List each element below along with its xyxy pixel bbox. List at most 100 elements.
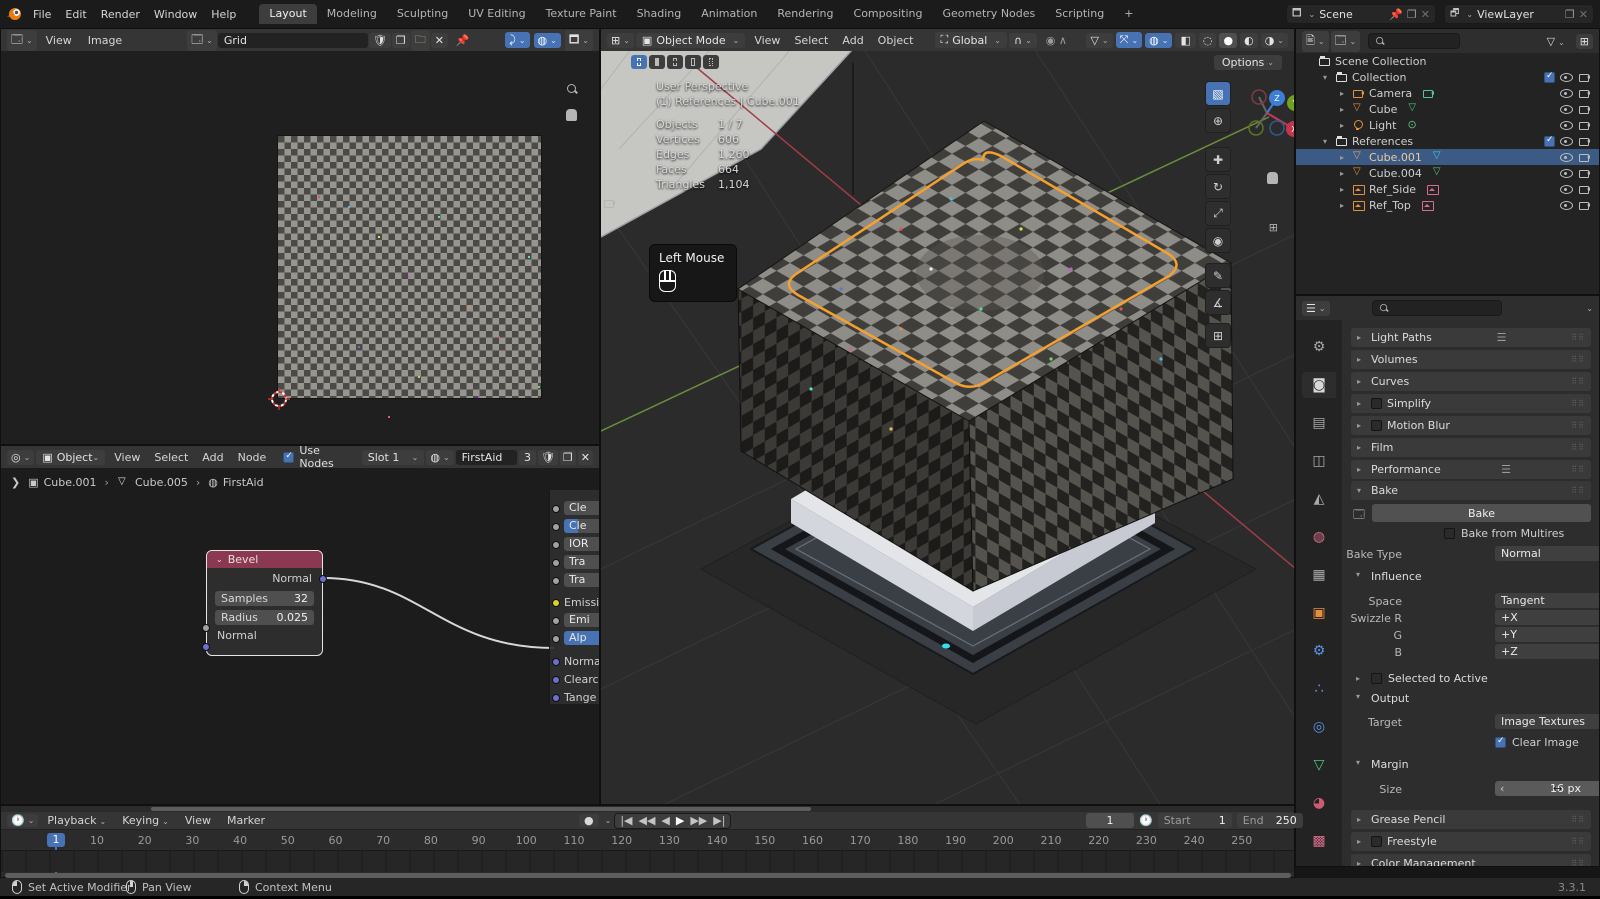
playback-menu[interactable]: Playback⌄ — [40, 812, 113, 829]
outliner-label[interactable]: Camera — [1369, 87, 1412, 100]
workspace-tab-texture-paint[interactable]: Texture Paint — [536, 4, 627, 24]
editor-type-button[interactable]: 🕐⌄ — [7, 814, 38, 827]
uv-snap-icon[interactable]: ⤸⌄ — [505, 32, 529, 48]
editor-type-button[interactable]: 🗔⌄ — [7, 30, 37, 51]
uv-menu-image[interactable]: Image — [81, 32, 129, 49]
panel-color-management[interactable]: ▸Color Management⠿⠿ — [1351, 854, 1591, 867]
editor-type-button[interactable]: 🖹⌄ — [1302, 31, 1329, 52]
bsdf-input-socket[interactable] — [552, 599, 560, 607]
bsdf-input-row[interactable]: Emi — [550, 613, 599, 629]
bsdf-input-socket[interactable] — [552, 541, 560, 549]
scene-selector[interactable]: 🗖⌄ Scene 📌 ❐ ✕ — [1286, 4, 1436, 24]
render-visibility-icon[interactable] — [1578, 103, 1591, 115]
scene-name[interactable]: Scene — [1319, 8, 1353, 21]
timeline-top-scrollbar[interactable] — [151, 807, 811, 811]
expand-arrow[interactable]: ▸ — [1340, 153, 1348, 162]
unlink-icon[interactable]: ✕ — [578, 450, 593, 465]
properties-search-input[interactable] — [1372, 300, 1502, 316]
auto-key-record-icon[interactable]: ● — [579, 814, 599, 827]
bevel-input-socket[interactable] — [202, 643, 210, 651]
workspace-tab-geometry-nodes[interactable]: Geometry Nodes — [932, 4, 1045, 24]
bake-multires-row[interactable]: Bake from Multires — [1444, 527, 1564, 540]
mode-dropdown[interactable]: ▣ Object Mode⌄ — [636, 33, 745, 48]
bake-button[interactable]: Bake — [1372, 504, 1591, 522]
properties-tab-render[interactable]: ◙ — [1302, 372, 1336, 398]
influence-dropdown-b[interactable]: +Z⌄ — [1495, 644, 1600, 659]
workspace-tab-+[interactable]: + — [1114, 4, 1143, 24]
outliner-label[interactable]: Cube — [1369, 103, 1397, 116]
prev-keyframe-button[interactable]: ◀◀ — [638, 814, 655, 827]
clear-image-row[interactable]: Clear Image — [1495, 736, 1579, 749]
render-visibility-icon[interactable] — [1578, 71, 1591, 83]
open-folder-icon[interactable]: 🗀 — [411, 30, 430, 51]
overlays-icon[interactable]: ◍⌄ — [1145, 33, 1172, 48]
material-users-count[interactable]: 3 — [519, 450, 536, 465]
bsdf-input-row[interactable]: Tra — [550, 573, 599, 589]
display-mode-button[interactable]: 🗔⌄ — [1331, 31, 1361, 52]
bsdf-input-row[interactable]: Norma — [550, 654, 599, 670]
expand-arrow[interactable]: ▸ — [1340, 169, 1348, 178]
bsdf-input-socket[interactable] — [552, 676, 560, 684]
keying-set-chevron[interactable]: ⌄ — [605, 816, 612, 825]
panel-simplify[interactable]: ▸Simplify⠿⠿ — [1351, 394, 1591, 413]
bake-type-dropdown[interactable]: Normal⌄ — [1495, 546, 1600, 561]
node-menu-node[interactable]: Node — [231, 449, 274, 466]
panel-volumes[interactable]: ▸Volumes⠿⠿ — [1351, 350, 1591, 369]
pan-hand-icon[interactable] — [566, 109, 577, 121]
margin-size-slider[interactable]: ‹ 16 px › ↔ — [1495, 781, 1600, 796]
outliner-label[interactable]: Ref_Top — [1369, 199, 1411, 212]
shader-type-dropdown[interactable]: ▣ Object⌄ — [36, 450, 105, 465]
properties-tab-scene[interactable]: ◭ — [1302, 486, 1336, 512]
collection-checkbox[interactable] — [1544, 72, 1555, 83]
shading-material-icon[interactable]: ◐ — [1240, 33, 1258, 48]
bsdf-input-field[interactable]: Cle — [564, 501, 599, 515]
bevel-radius-field[interactable]: Radius 0.025 — [215, 610, 314, 625]
select-mode-intersect[interactable] — [703, 55, 719, 69]
outliner-row-scene collection[interactable]: Scene Collection — [1296, 53, 1599, 69]
properties-tab-view-layer[interactable]: ◫ — [1302, 448, 1336, 474]
play-reverse-button[interactable]: ◀ — [661, 814, 669, 827]
jump-start-button[interactable]: |◀ — [620, 814, 632, 827]
influence-dropdown-swizzle-r[interactable]: +X⌄ — [1495, 610, 1600, 625]
play-button[interactable]: ▶ — [676, 814, 684, 827]
properties-tab-texture[interactable]: ▩ — [1302, 828, 1336, 854]
visibility-eye-icon[interactable] — [1560, 119, 1573, 131]
expand-arrow[interactable]: ▾ — [1323, 73, 1331, 82]
node-menu-view[interactable]: View — [107, 449, 147, 466]
material-browse-button[interactable]: ◍⌄ — [426, 450, 453, 465]
panel-checkbox[interactable] — [1371, 420, 1382, 431]
jump-end-button[interactable]: ▶| — [713, 814, 725, 827]
expand-arrow[interactable]: ▸ — [1340, 201, 1348, 210]
output-subpanel-header[interactable]: ▾Output — [1356, 692, 1409, 705]
outliner-row-light[interactable]: ▸Light — [1296, 117, 1599, 133]
visibility-eye-icon[interactable] — [1560, 135, 1573, 147]
outliner-label[interactable]: Ref_Side — [1369, 183, 1416, 196]
zoom-icon[interactable] — [566, 83, 578, 95]
panel-grease-pencil[interactable]: ▸Grease Pencil⠿⠿ — [1351, 810, 1591, 829]
workspace-tab-compositing[interactable]: Compositing — [844, 4, 933, 24]
properties-tab-collection[interactable]: ▦ — [1302, 562, 1336, 588]
keying-menu[interactable]: Keying⌄ — [115, 812, 176, 829]
xray-toggle-icon[interactable]: ◧ — [1175, 33, 1195, 48]
panel-checkbox[interactable] — [1371, 836, 1382, 847]
outliner-row-references[interactable]: ▾References — [1296, 133, 1599, 149]
render-visibility-icon[interactable] — [1578, 167, 1591, 179]
outliner-row-cube-004[interactable]: ▸Cube.004 — [1296, 165, 1599, 181]
visibility-eye-icon[interactable] — [1560, 103, 1573, 115]
properties-tab-particles[interactable]: ∴ — [1302, 676, 1336, 702]
bsdf-input-row[interactable]: Tra — [550, 555, 599, 571]
select-mode-extend[interactable] — [649, 55, 665, 69]
viewlayer-selector[interactable]: 🗗⌄ ViewLayer ❐ ✕ — [1444, 4, 1594, 24]
tool-transform-button[interactable]: ◉ — [1205, 228, 1231, 253]
use-nodes-toggle[interactable]: Use Nodes — [283, 444, 333, 470]
uv-menu-view[interactable]: View — [39, 32, 79, 49]
bsdf-input-socket[interactable] — [552, 658, 560, 666]
bsdf-input-field[interactable]: Tra — [564, 555, 599, 569]
bsdf-input-row[interactable]: IOR — [550, 537, 599, 553]
render-visibility-icon[interactable] — [1578, 135, 1591, 147]
shading-solid-icon[interactable]: ● — [1219, 33, 1237, 48]
ortho-grid-icon[interactable]: ⊞ — [1269, 221, 1278, 234]
filter-icon[interactable]: ▽⌄ — [1540, 33, 1572, 50]
bsdf-input-field[interactable]: Cle — [564, 519, 599, 533]
panel-film[interactable]: ▸Film⠿⠿ — [1351, 438, 1591, 457]
